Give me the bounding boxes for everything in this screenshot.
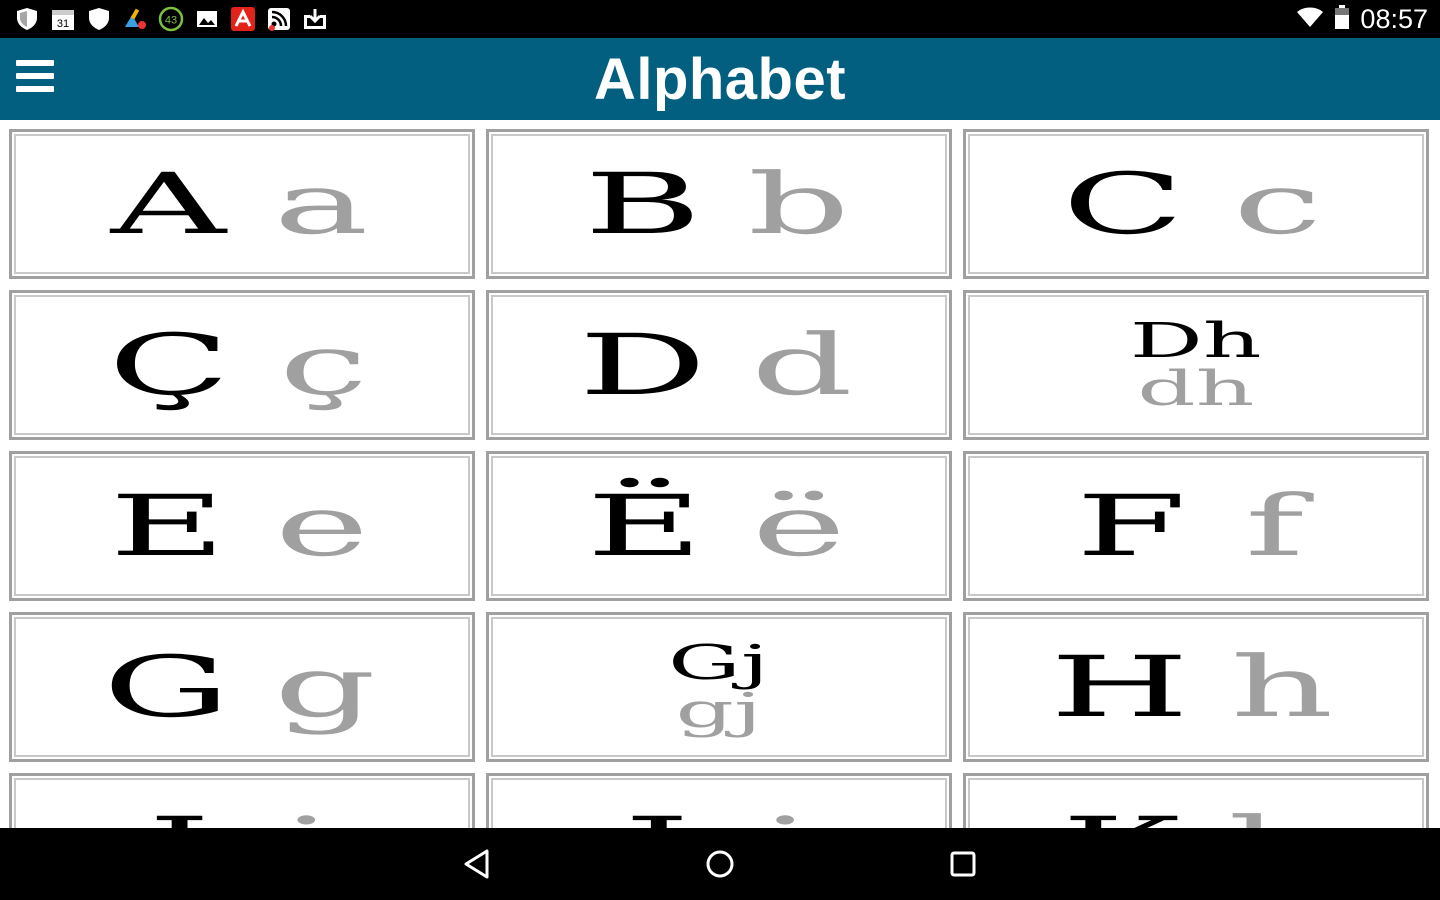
battery-icon [1334, 4, 1350, 34]
lowercase-letter: dh [1137, 361, 1255, 417]
letter-card-d[interactable]: Dd [486, 290, 952, 440]
letter-card-e[interactable]: Ee [9, 451, 475, 601]
image-icon [194, 6, 220, 32]
uppercase-letter: Ç [108, 316, 231, 414]
letter-card-f[interactable]: Ff [963, 451, 1429, 601]
svg-text:43: 43 [165, 15, 177, 27]
uppercase-letter: Ë [586, 477, 704, 575]
lowercase-letter: k [1228, 806, 1325, 828]
lowercase-letter: gj [675, 683, 763, 739]
lowercase-letter: ë [751, 477, 846, 575]
letter-card-e-diaeresis[interactable]: Ëë [486, 451, 952, 601]
wifi-icon [1296, 6, 1324, 32]
lowercase-letter: i [282, 806, 333, 828]
uppercase-letter: Dh [1130, 313, 1262, 369]
shield-icon [14, 6, 40, 32]
lowercase-letter: b [747, 155, 850, 253]
recents-square-icon[interactable] [945, 846, 981, 882]
rss-icon [266, 6, 292, 32]
alphabet-grid: Aa Bb Cc Çç Dd Dh dh Ee Ëë Ff Gg Gj gj Hh … [0, 120, 1440, 828]
letter-card-gj[interactable]: Gj gj [486, 612, 952, 762]
letter-card-b[interactable]: Bb [486, 129, 952, 279]
status-bar: 31 43 08:57 [0, 0, 1440, 38]
uppercase-letter: G [102, 638, 230, 736]
download-icon [302, 6, 328, 32]
lowercase-letter: e [274, 477, 369, 575]
letter-card-a[interactable]: Aa [9, 129, 475, 279]
lowercase-letter: a [273, 155, 369, 253]
letter-card-h[interactable]: Hh [963, 612, 1429, 762]
letter-card-c[interactable]: Cc [963, 129, 1429, 279]
cleaner-icon [122, 6, 148, 32]
letter-card-i[interactable]: Ii [9, 773, 475, 828]
system-indicators: 08:57 [1296, 2, 1428, 36]
letter-card-j[interactable]: Jj [486, 773, 952, 828]
svg-text:31: 31 [57, 18, 69, 30]
uppercase-letter: F [1076, 477, 1187, 575]
uppercase-letter: E [109, 477, 227, 575]
page-title: Alphabet [593, 47, 847, 112]
calendar-icon: 31 [50, 6, 76, 32]
navigation-bar [0, 828, 1440, 900]
back-triangle-icon[interactable] [460, 846, 496, 882]
letter-card-g[interactable]: Gg [9, 612, 475, 762]
lowercase-letter: c [1232, 155, 1322, 253]
lowercase-letter: h [1230, 638, 1334, 736]
clock: 08:57 [1360, 3, 1428, 34]
shield-icon [86, 6, 112, 32]
lowercase-letter: d [750, 316, 853, 414]
battery-saver-icon: 43 [158, 6, 184, 32]
uppercase-letter: C [1062, 155, 1185, 253]
uppercase-letter: A [110, 155, 226, 253]
avira-icon [230, 6, 256, 32]
uppercase-letter: I [148, 806, 211, 828]
home-circle-icon[interactable] [702, 846, 738, 882]
uppercase-letter: Gj [668, 635, 770, 691]
uppercase-letter: K [1062, 806, 1181, 828]
uppercase-letter: H [1050, 638, 1190, 736]
letter-card-dh[interactable]: Dh dh [963, 290, 1429, 440]
uppercase-letter: J [625, 806, 689, 828]
lowercase-letter: j [760, 806, 809, 828]
lowercase-letter: ç [278, 316, 368, 414]
lowercase-letter: f [1244, 477, 1304, 575]
uppercase-letter: B [584, 155, 702, 253]
app-bar: Alphabet [0, 38, 1440, 120]
letter-card-k[interactable]: Kk [963, 773, 1429, 828]
uppercase-letter: D [579, 316, 708, 414]
notification-icons: 31 43 [14, 5, 328, 33]
lowercase-letter: g [273, 638, 376, 736]
letter-card-c-cedilla[interactable]: Çç [9, 290, 475, 440]
